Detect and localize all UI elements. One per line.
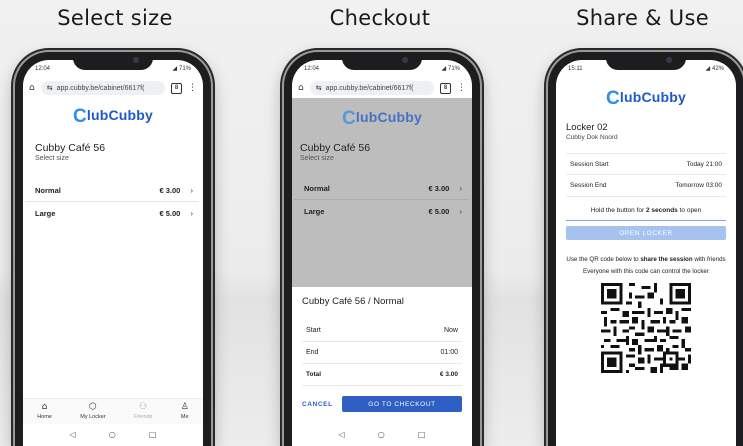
phone-share-use: 15:11 ◢ 42% ClubCubby Locker 02 Cubby Do… [548,52,743,446]
system-navigation: ◁ ○ □ [292,426,472,442]
nav-home[interactable]: ⌂ Home [37,399,52,424]
home-circle-icon[interactable]: ○ [378,430,385,439]
screen: 15:11 ◢ 42% ClubCubby Locker 02 Cubby Do… [556,60,736,446]
modal-backdrop[interactable]: ClubCubby Cubby Café 56 Select size Norm… [292,98,472,287]
screen: 12:04 ◢ 71% ⌂ ⇆ app.cubby.be/cabinet/661… [292,60,472,446]
system-navigation: ◁ ○ □ [23,426,203,442]
status-battery: ◢ 42% [705,65,724,73]
cancel-button[interactable]: CANCEL [302,401,332,408]
status-battery: ◢ 71% [441,65,460,73]
site-settings-icon[interactable]: ⇆ [316,84,322,92]
phone-notch [342,52,422,70]
nav-friends[interactable]: ⚇ Friends [134,399,152,424]
locker-icon: ⬡ [88,402,97,412]
status-time: 15:11 [568,66,583,72]
summary-row-start: Start Now [302,320,462,342]
front-camera [133,57,139,63]
front-camera [402,57,408,63]
caption-checkout: Checkout [329,6,431,30]
nav-my-locker[interactable]: ⬡ My Locker [80,399,105,424]
phone-notch [73,52,153,70]
friends-icon: ⚇ [139,402,148,412]
size-option-normal[interactable]: Normal € 3.00 › [25,180,199,202]
locker-title: Locker 02 [566,122,608,133]
hold-instruction: Hold the button for 2 seconds to open [590,207,702,214]
chevron-right-icon: › [190,208,193,218]
home-icon[interactable]: ⌂ [298,83,304,93]
front-camera [666,57,672,63]
caption-share-use: Share & Use [576,6,709,30]
go-to-checkout-button[interactable]: GO TO CHECKOUT [342,396,462,412]
back-icon[interactable]: ◁ [339,430,345,439]
qr-note: Everyone with this code can control the … [583,267,709,275]
shop-title: Cubby Café 56 [35,142,106,154]
locker-location: Cubby Dok Noord [566,134,618,141]
browser-url-bar: ⌂ ⇆ app.cubby.be/cabinet/6617f( 8 ⋮ [292,78,472,98]
phone-select-size: 12:04 ◢ 71% ⌂ ⇆ app.cubby.be/cabinet/661… [15,52,211,446]
size-option-large[interactable]: Large € 5.00 › [25,202,199,224]
recents-icon[interactable]: □ [418,430,426,439]
url-field[interactable]: ⇆ app.cubby.be/cabinet/6617f( [40,81,165,95]
shop-subtitle: Select size [35,155,69,162]
hold-progress-track [566,220,726,221]
back-icon[interactable]: ◁ [70,430,76,439]
url-field[interactable]: ⇆ app.cubby.be/cabinet/6617f( [309,81,434,95]
clubcubby-logo: ClubCubby [341,108,423,129]
user-icon: ♙ [180,402,189,412]
qr-instruction: Use the QR code below to share the sessi… [566,256,726,263]
summary-row-end: End 01:00 [302,342,462,364]
recents-icon[interactable]: □ [149,430,157,439]
session-start-row: Session Start Today 21:00 [566,153,726,175]
home-circle-icon[interactable]: ○ [109,430,116,439]
nav-me[interactable]: ♙ Me [181,399,189,424]
bottom-navigation: ⌂ Home ⬡ My Locker ⚇ Friends ♙ Me [23,398,203,424]
tab-switcher-button[interactable]: 8 [171,82,182,94]
chevron-right-icon: › [459,184,462,193]
status-time: 12:04 [35,66,51,72]
clubcubby-logo: ClubCubby [605,88,687,109]
clubcubby-logo: ClubCubby [72,106,154,127]
screen: 12:04 ◢ 71% ⌂ ⇆ app.cubby.be/cabinet/661… [23,60,203,446]
shop-subtitle: Select size [300,155,334,162]
phone-checkout: 12:04 ◢ 71% ⌂ ⇆ app.cubby.be/cabinet/661… [284,52,480,446]
more-menu-icon[interactable]: ⋮ [188,83,197,93]
home-icon[interactable]: ⌂ [29,83,35,93]
shop-title: Cubby Café 56 [300,142,371,154]
status-time: 12:04 [304,66,320,72]
chevron-right-icon: › [190,186,193,195]
size-option-large[interactable]: Large € 5.00 › [294,200,468,222]
site-settings-icon[interactable]: ⇆ [47,84,53,92]
tab-switcher-button[interactable]: 8 [440,82,451,94]
size-option-normal[interactable]: Normal € 3.00 › [294,178,468,200]
checkout-sheet: Cubby Café 56 / Normal Start Now End 01:00… [292,287,472,446]
session-end-row: Session End Tomorrow 03:00 [566,175,726,197]
url-text: app.cubby.be/cabinet/6617f( [56,84,145,92]
open-locker-button[interactable]: OPEN LOCKER [566,226,726,240]
browser-url-bar: ⌂ ⇆ app.cubby.be/cabinet/6617f( 8 ⋮ [23,78,203,98]
chevron-right-icon: › [459,206,462,216]
phone-notch [606,52,686,70]
share-qr-code [601,282,691,373]
more-menu-icon[interactable]: ⋮ [457,83,466,93]
caption-select-size: Select size [57,6,173,30]
url-text: app.cubby.be/cabinet/6617f( [325,84,414,92]
home-icon: ⌂ [41,402,48,412]
summary-row-total: Total € 3.00 [302,364,462,386]
sheet-title: Cubby Café 56 / Normal [302,296,404,307]
status-battery: ◢ 71% [172,65,191,73]
